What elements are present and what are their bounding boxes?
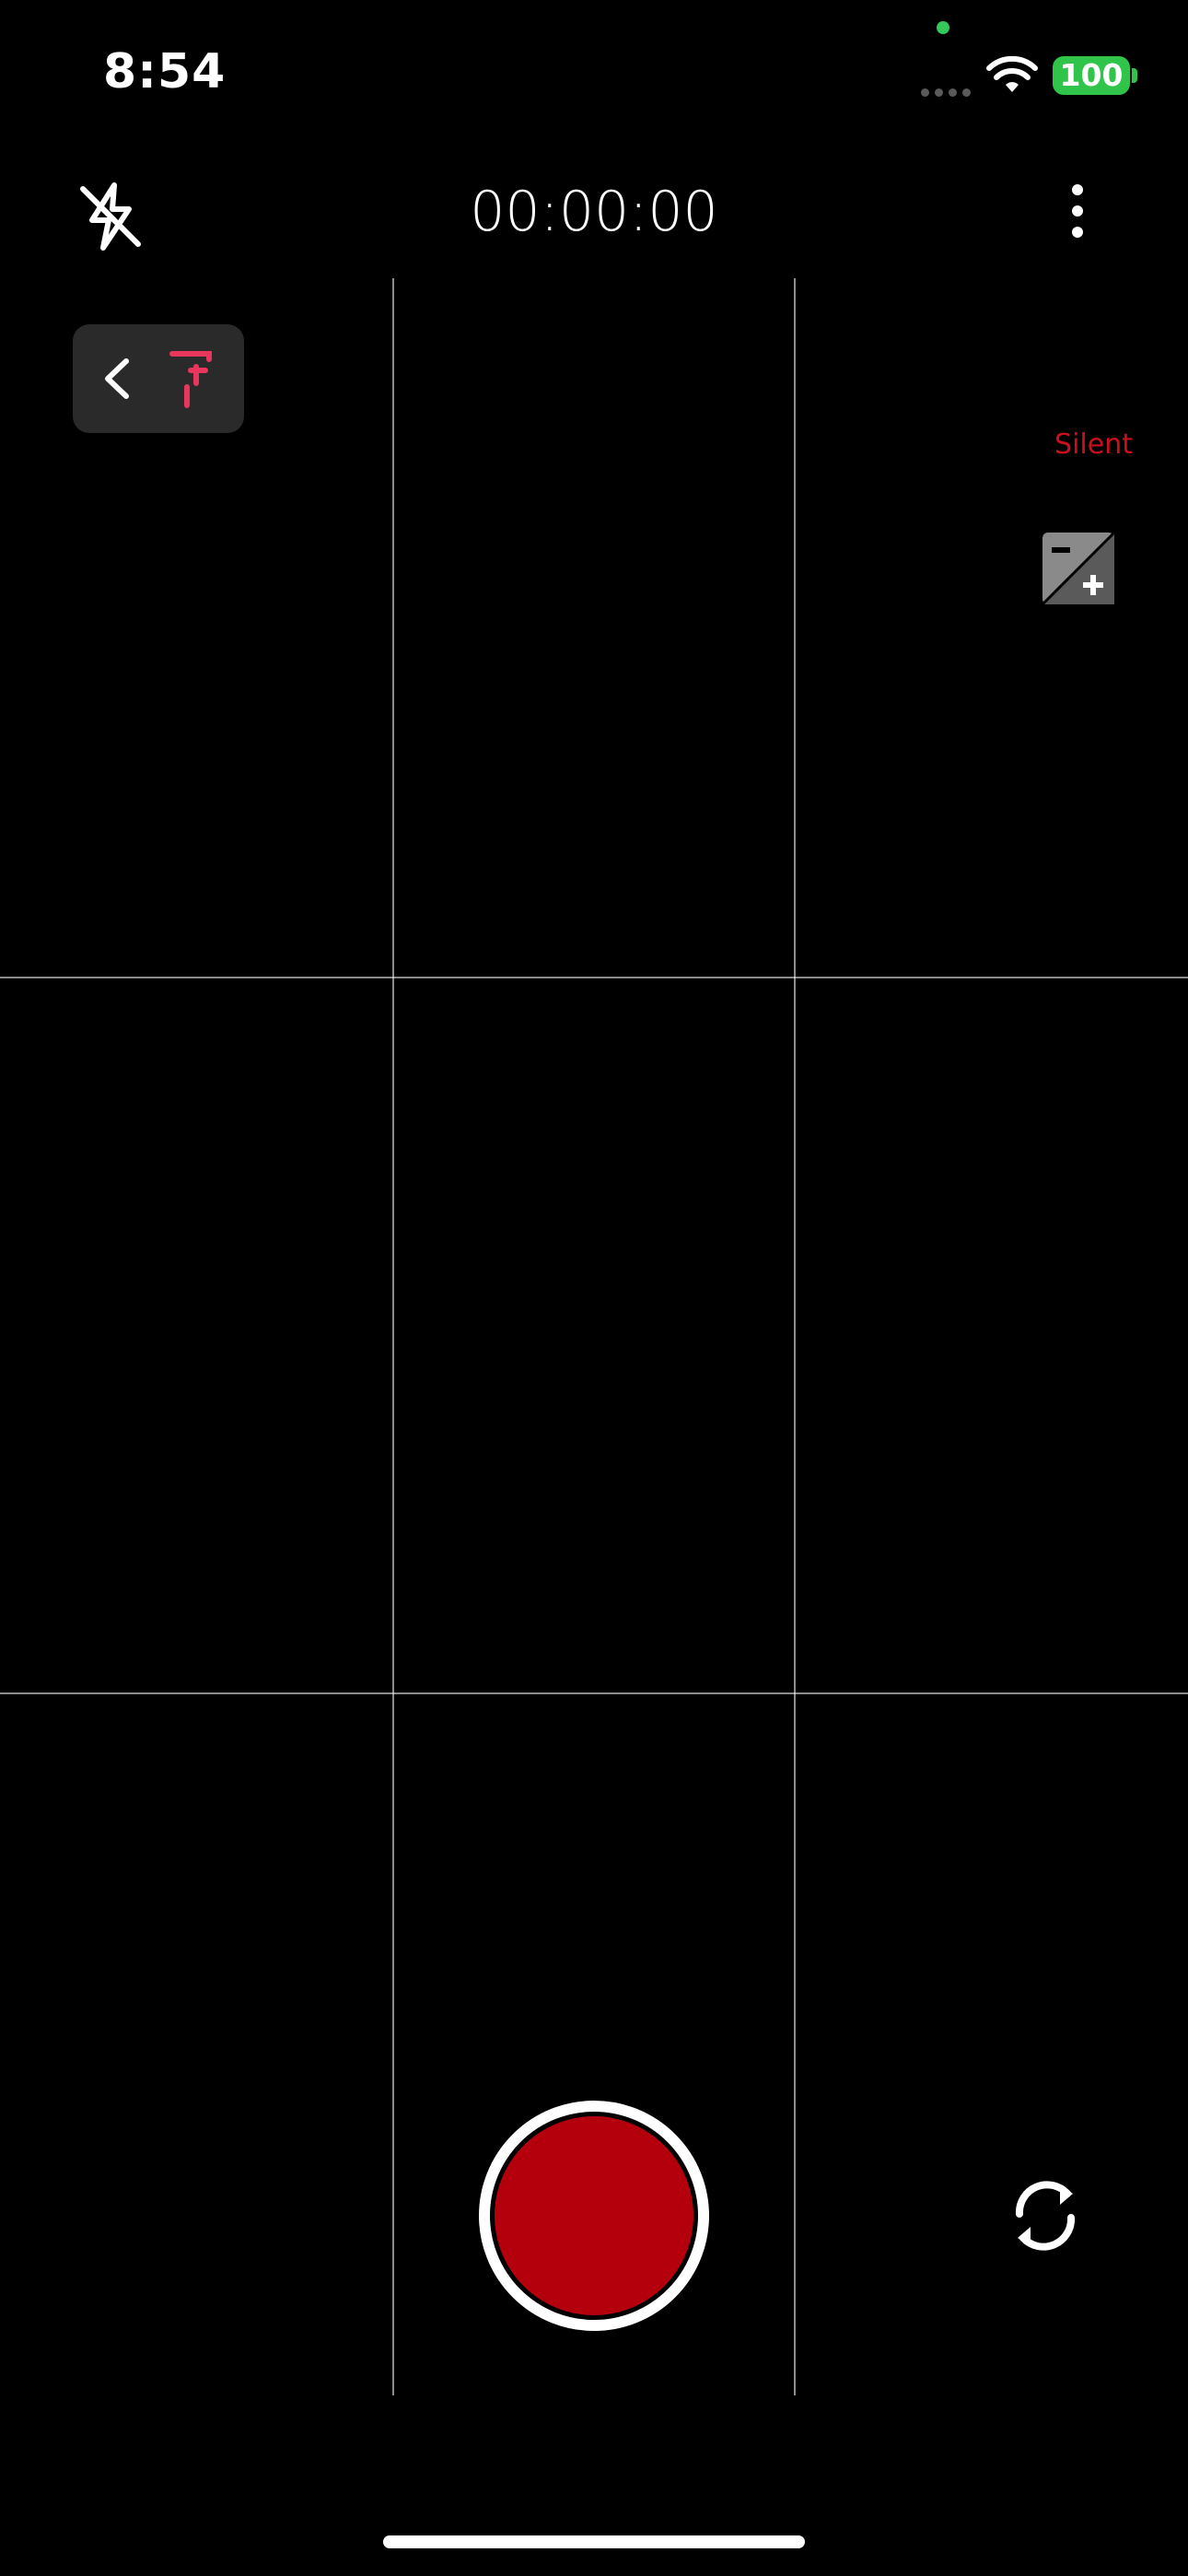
status-time: 8:54 [103,44,227,100]
grid-line-horizontal-1 [0,977,1188,978]
wifi-icon [986,55,1038,92]
cellular-dots-icon [921,83,976,97]
record-button-inner[interactable] [495,2116,693,2315]
grid-line-vertical-2 [794,278,796,2395]
grid-line-vertical-1 [392,278,394,2395]
flash-off-icon[interactable] [74,180,147,253]
battery-tip [1132,68,1137,83]
more-vertical-icon[interactable] [1059,184,1096,249]
silent-label: Silent [1054,428,1133,461]
back-button[interactable] [73,324,244,433]
grid-line-horizontal-2 [0,1692,1188,1694]
home-indicator [383,2535,805,2548]
battery-indicator: 100 [1053,56,1130,95]
exposure-icon[interactable] [1041,531,1116,606]
app-logo-icon [169,351,212,408]
recording-timer: 00:00:00 [470,180,718,244]
chevron-left-icon [105,358,129,399]
camera-in-use-indicator [937,21,949,34]
flip-camera-icon[interactable] [999,2170,1091,2262]
